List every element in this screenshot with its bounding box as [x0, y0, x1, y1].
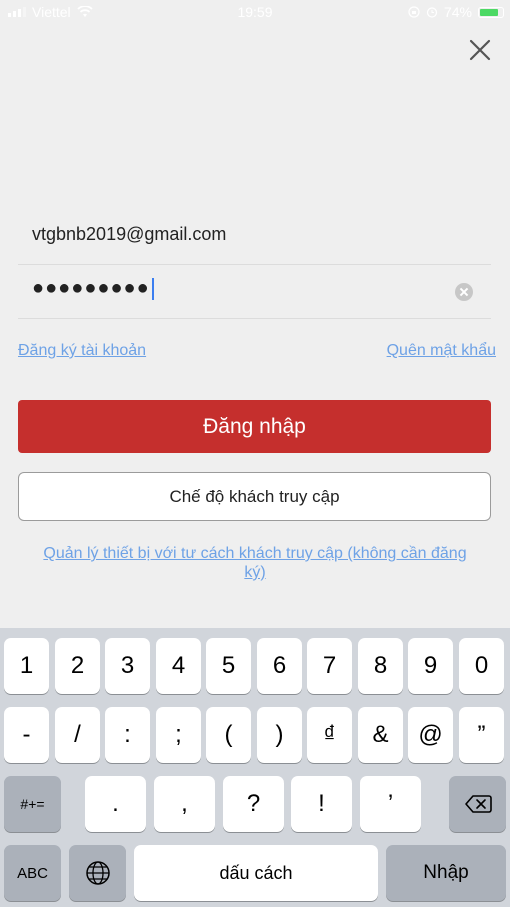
- key-paren-close[interactable]: ): [257, 707, 302, 763]
- password-value: ●●●●●●●●●: [32, 277, 154, 300]
- key-slash[interactable]: /: [55, 707, 100, 763]
- register-link[interactable]: Đăng ký tài khoản: [18, 342, 146, 360]
- enter-key[interactable]: Nhập: [386, 845, 506, 901]
- key-2[interactable]: 2: [55, 638, 100, 694]
- key-period[interactable]: .: [85, 776, 146, 832]
- key-8[interactable]: 8: [358, 638, 403, 694]
- close-icon[interactable]: [466, 36, 494, 64]
- key-question[interactable]: ?: [223, 776, 284, 832]
- status-bar: Viettel 19:59 74%: [0, 0, 510, 24]
- alarm-icon: [426, 7, 438, 18]
- key-3[interactable]: 3: [105, 638, 150, 694]
- key-comma[interactable]: ,: [154, 776, 215, 832]
- key-5[interactable]: 5: [206, 638, 251, 694]
- keyboard: 1 2 3 4 5 6 7 8 9 0 - / : ; ( ) ₫ & @ ” …: [0, 628, 510, 907]
- key-dash[interactable]: -: [4, 707, 49, 763]
- backspace-icon: [464, 795, 492, 813]
- password-field[interactable]: ●●●●●●●●●: [18, 264, 491, 319]
- clear-icon[interactable]: [455, 283, 473, 301]
- backspace-key[interactable]: [449, 776, 506, 832]
- key-0[interactable]: 0: [459, 638, 504, 694]
- battery-percent: 74%: [443, 4, 472, 20]
- key-exclamation[interactable]: !: [291, 776, 352, 832]
- space-key[interactable]: dấu cách: [134, 845, 378, 901]
- guest-mode-button[interactable]: Chế độ khách truy cập: [18, 472, 491, 521]
- status-right: 74%: [408, 4, 504, 20]
- email-field[interactable]: vtgbnb2019@gmail.com: [18, 210, 491, 265]
- key-6[interactable]: 6: [257, 638, 302, 694]
- key-abc[interactable]: ABC: [4, 845, 61, 901]
- key-4[interactable]: 4: [156, 638, 201, 694]
- login-button[interactable]: Đăng nhập: [18, 400, 491, 453]
- rotation-lock-icon: [408, 6, 420, 18]
- text-caret: [151, 277, 154, 300]
- key-more-symbols[interactable]: #+=: [4, 776, 61, 832]
- key-7[interactable]: 7: [307, 638, 352, 694]
- battery-icon: [478, 6, 504, 18]
- key-paren-open[interactable]: (: [206, 707, 251, 763]
- guest-manage-link[interactable]: Quản lý thiết bị với tư cách khách truy …: [40, 544, 470, 582]
- key-1[interactable]: 1: [4, 638, 49, 694]
- globe-icon: [85, 861, 110, 885]
- key-dong[interactable]: ₫: [307, 707, 352, 763]
- key-colon[interactable]: :: [105, 707, 150, 763]
- key-9[interactable]: 9: [408, 638, 453, 694]
- globe-key[interactable]: [69, 845, 126, 901]
- forgot-password-link[interactable]: Quên mật khẩu: [387, 342, 496, 360]
- key-quote[interactable]: ”: [459, 707, 504, 763]
- key-semicolon[interactable]: ;: [156, 707, 201, 763]
- key-apostrophe[interactable]: ’: [360, 776, 421, 832]
- email-value: vtgbnb2019@gmail.com: [32, 224, 227, 244]
- key-at[interactable]: @: [408, 707, 453, 763]
- key-ampersand[interactable]: &: [358, 707, 403, 763]
